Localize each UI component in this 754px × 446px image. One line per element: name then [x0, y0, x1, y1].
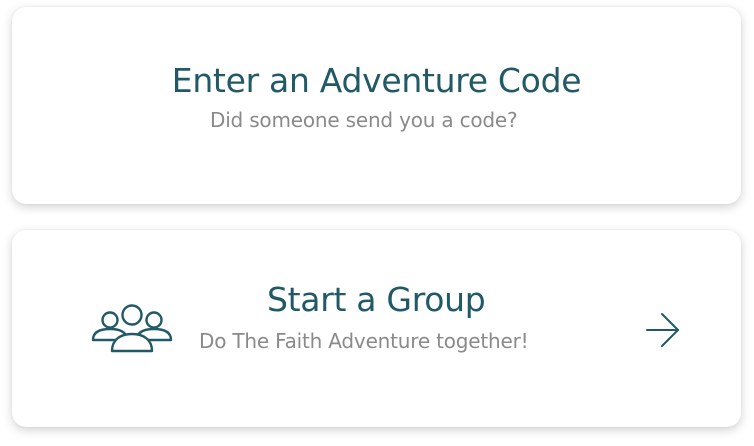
group-people-icon [90, 303, 174, 355]
enter-adventure-code-subtitle: Did someone send you a code? [210, 108, 518, 132]
start-group-title: Start a Group [267, 280, 486, 319]
enter-adventure-code-card[interactable]: Enter an Adventure Code Did someone send… [12, 7, 741, 204]
start-group-subtitle: Do The Faith Adventure together! [199, 329, 529, 353]
enter-adventure-code-title: Enter an Adventure Code [171, 61, 582, 100]
arrow-right-icon[interactable] [645, 310, 681, 350]
start-group-card[interactable]: Start a Group Do The Faith Adventure tog… [12, 230, 741, 427]
